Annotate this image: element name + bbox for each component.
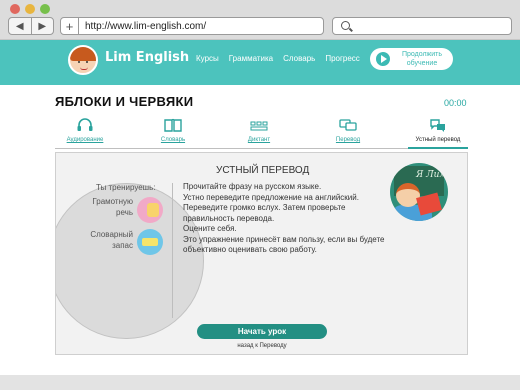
illustration-chalk-text: Я Лим xyxy=(416,170,447,180)
tab-label: Аудирование xyxy=(66,137,104,143)
nav-item-grammar[interactable]: Грамматика xyxy=(229,54,273,63)
close-window-button[interactable] xyxy=(10,4,20,14)
history-navigation: ◀ ▶ xyxy=(8,17,54,35)
nav-item-dictionary[interactable]: Словарь xyxy=(283,54,315,63)
instruction-line: Прочитайте фразу на русском языке. xyxy=(183,182,322,191)
maximize-window-button[interactable] xyxy=(40,4,50,14)
tab-dictionary[interactable]: Словарь xyxy=(143,116,203,148)
section-title: УСТНЫЙ ПЕРЕВОД xyxy=(216,165,310,176)
forward-button[interactable]: ▶ xyxy=(30,18,54,34)
browser-toolbar: ◀ ▶ + http://www.lim-english.com/ xyxy=(0,0,520,40)
tab-dictation[interactable]: Диктант xyxy=(229,116,289,148)
main-nav: Курсы Грамматика Словарь Прогресс xyxy=(196,54,360,63)
back-to-translation-link[interactable]: назад к Переводу xyxy=(197,343,327,349)
keyboard-icon xyxy=(250,121,268,131)
instructions: Прочитайте фразу на русском языке. Устно… xyxy=(183,182,388,256)
tab-oral-translation[interactable]: Устный перевод xyxy=(408,116,468,148)
book-icon xyxy=(164,118,182,132)
instruction-line: Это упражнение принесёт вам пользу, если… xyxy=(183,234,385,255)
search-icon xyxy=(341,21,350,30)
skill-speech-label: Грамотную речь xyxy=(92,197,133,217)
tab-translation[interactable]: Перевод xyxy=(318,116,378,148)
continue-learning-button[interactable]: Продолжить обучение xyxy=(370,48,453,70)
browser-window: ◀ ▶ + http://www.lim-english.com/ Lim En… xyxy=(0,0,520,390)
back-button[interactable]: ◀ xyxy=(9,18,31,34)
skill-vocabulary-label: Словарный запас xyxy=(90,230,133,250)
tab-label: Перевод xyxy=(335,137,361,143)
minimize-window-button[interactable] xyxy=(25,4,35,14)
panel-divider xyxy=(172,183,173,318)
address-bar[interactable]: + http://www.lim-english.com/ xyxy=(60,17,324,35)
start-lesson-button[interactable]: Начать урок xyxy=(197,324,327,339)
instruction-line: Устно переведите предложение на английск… xyxy=(183,192,359,202)
play-icon xyxy=(376,52,390,66)
instruction-line: Переведите громко вслух. Затем проверьте… xyxy=(183,203,346,223)
tab-listening[interactable]: Аудирование xyxy=(55,116,115,148)
nav-item-courses[interactable]: Курсы xyxy=(196,54,219,63)
speech-skill-icon xyxy=(137,197,163,223)
new-tab-icon[interactable]: + xyxy=(61,18,79,34)
logo-avatar-icon[interactable] xyxy=(68,45,98,75)
chat-icon xyxy=(339,119,357,131)
exercise-tabs: Аудирование Словарь Диктант Перевод Устн… xyxy=(55,116,468,148)
exercise-panel: Ты тренируешь: Грамотную речь Словарный … xyxy=(55,152,468,355)
headphones-icon xyxy=(77,118,93,131)
vocabulary-skill-icon xyxy=(137,229,163,255)
tab-label: Словарь xyxy=(160,137,186,143)
training-label: Ты тренируешь: xyxy=(96,183,156,192)
tabs-divider xyxy=(55,148,468,149)
tab-label: Устный перевод xyxy=(415,137,461,143)
active-tab-indicator xyxy=(408,147,468,149)
browser-search-input[interactable] xyxy=(332,17,512,35)
continue-learning-label: Продолжить обучение xyxy=(401,51,443,67)
lesson-illustration: Я Лим xyxy=(390,163,448,221)
site-logo[interactable]: Lim English xyxy=(105,50,189,65)
speech-bubbles-icon xyxy=(430,119,445,132)
page-footer xyxy=(0,375,520,390)
tab-label: Диктант xyxy=(247,137,271,143)
lesson-timer: 00:00 xyxy=(444,98,467,108)
nav-item-progress[interactable]: Прогресс xyxy=(325,54,359,63)
url-text[interactable]: http://www.lim-english.com/ xyxy=(79,21,206,32)
lesson-title: ЯБЛОКИ И ЧЕРВЯКИ xyxy=(55,94,194,109)
instruction-line: Оцените себя. xyxy=(183,224,237,233)
